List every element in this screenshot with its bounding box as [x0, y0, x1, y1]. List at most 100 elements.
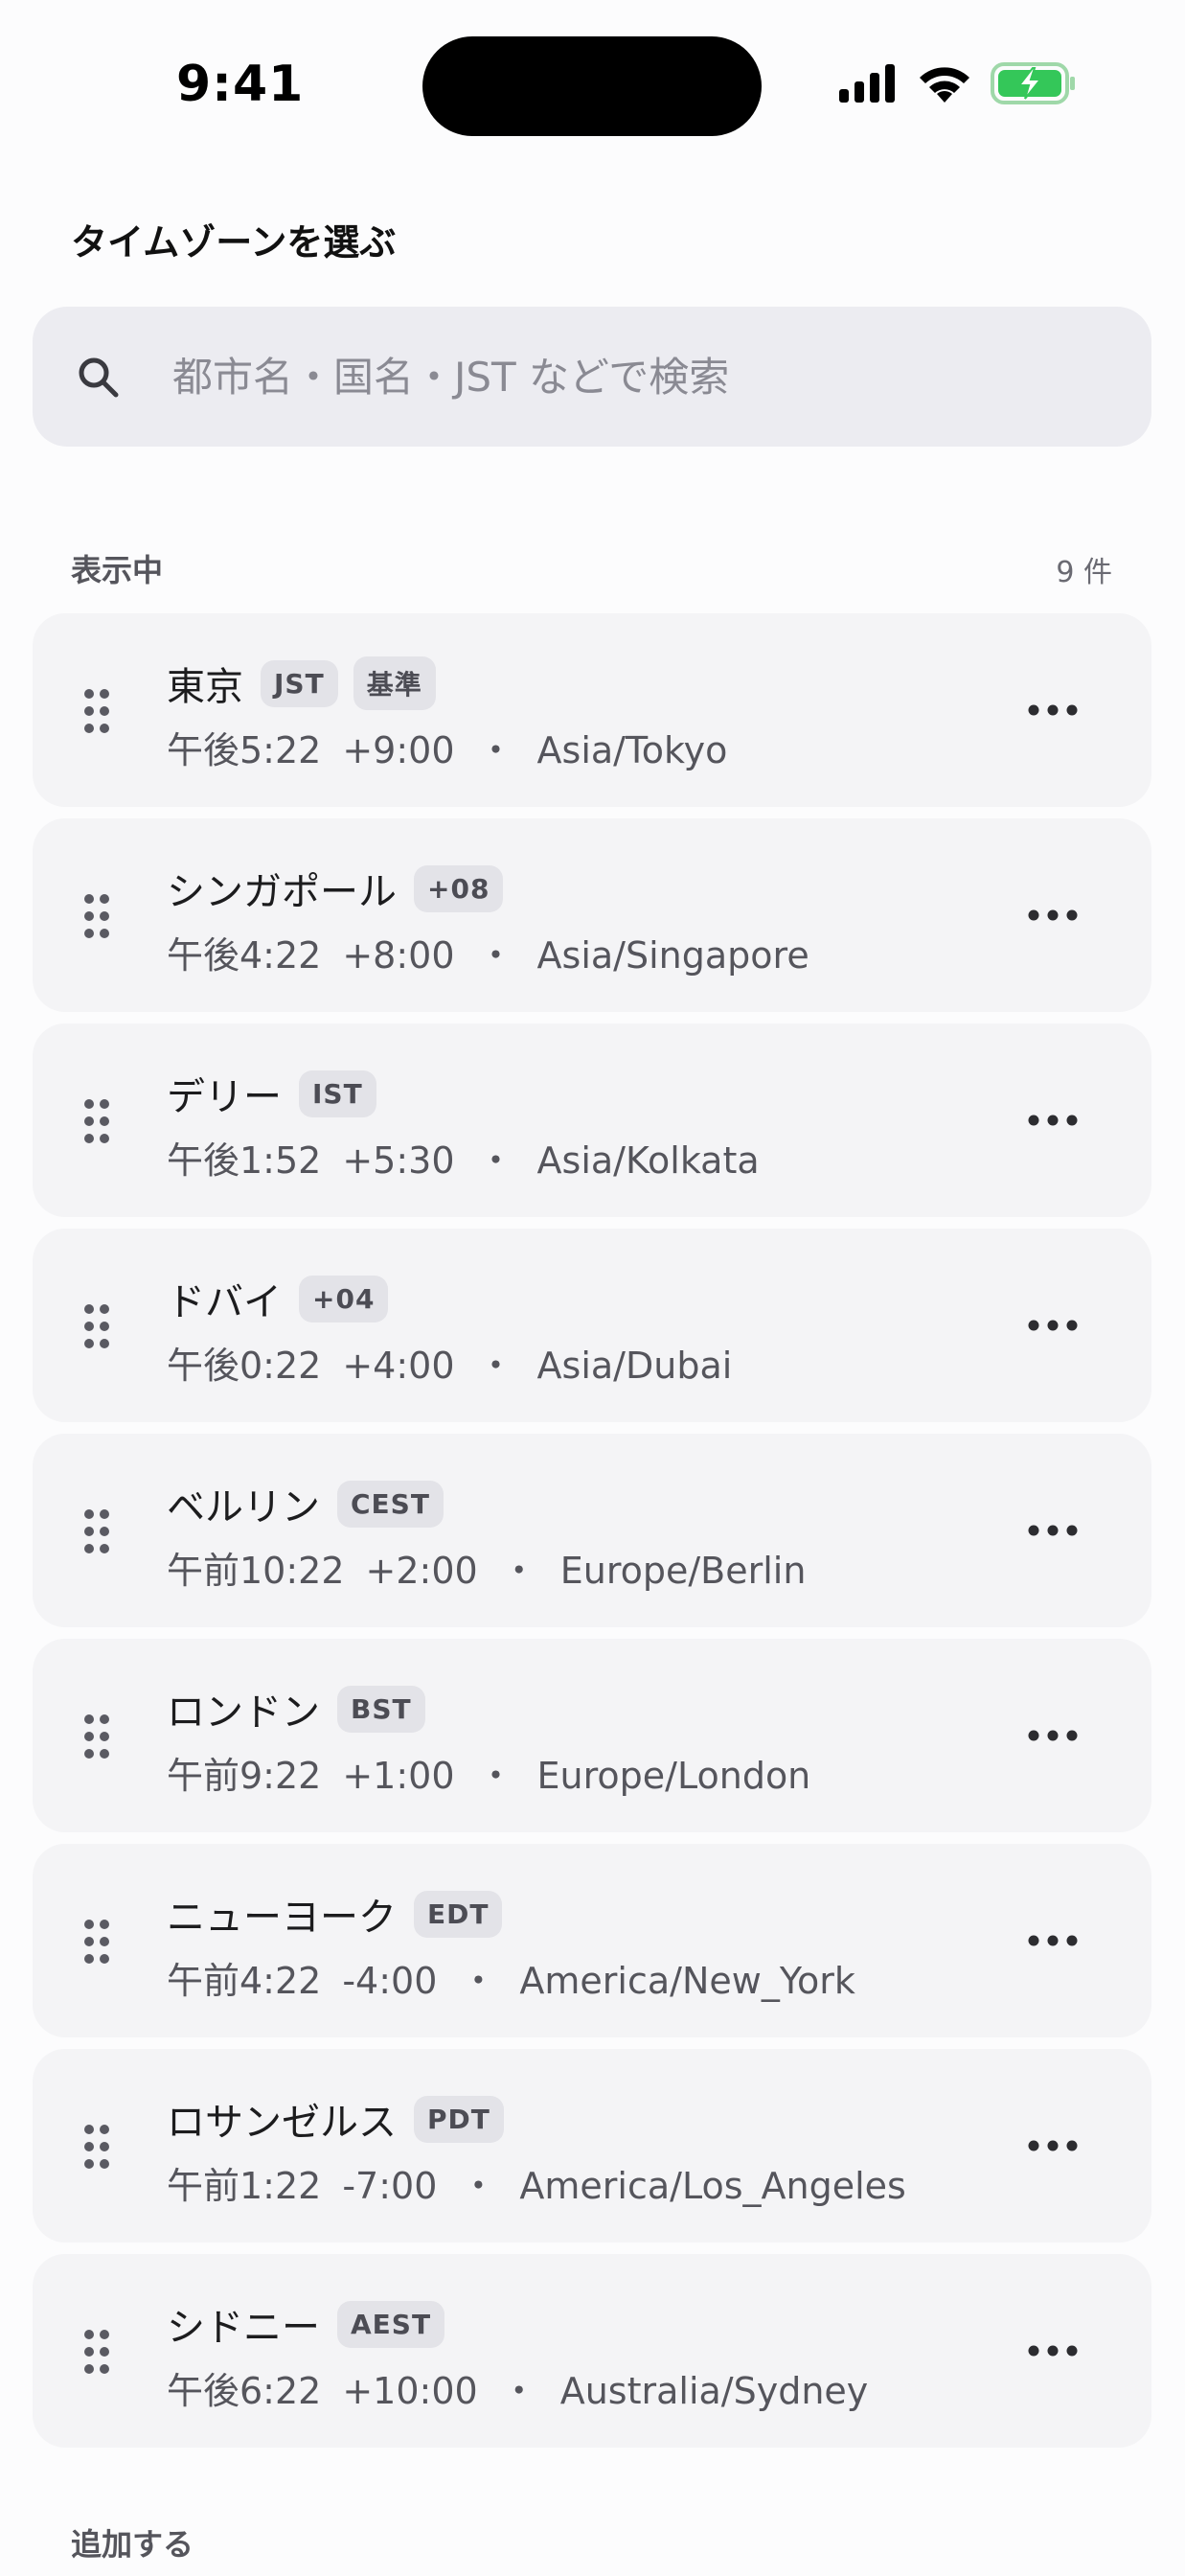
search-box[interactable] [33, 307, 1151, 447]
local-time: 午後4:22 [167, 934, 322, 977]
local-time: 午後1:52 [167, 1139, 322, 1182]
ellipsis-icon [1028, 1115, 1078, 1126]
city-name: 東京 [167, 665, 243, 709]
utc-offset: -4:00 [342, 1960, 438, 2002]
more-options-button[interactable] [1027, 1508, 1079, 1552]
dynamic-island [422, 36, 762, 136]
more-options-button[interactable] [1027, 688, 1079, 732]
city-name: ニューヨーク [167, 1896, 397, 1940]
timezone-row[interactable]: ドバイ +04 午後0:22 +4:00 ・ Asia/Dubai [33, 1229, 1151, 1422]
timezone-badge: +08 [414, 864, 504, 912]
utc-offset: +10:00 [342, 2370, 478, 2412]
ellipsis-icon [1028, 2345, 1078, 2357]
city-name: ロンドン [167, 1690, 320, 1735]
timezone-badge: +04 [299, 1275, 389, 1322]
timezone-badge: AEST [337, 2300, 445, 2348]
timezone-badge: JST [261, 659, 338, 707]
drag-handle-icon[interactable] [82, 1303, 111, 1349]
drag-handle-icon[interactable] [82, 1508, 111, 1554]
local-time: 午後5:22 [167, 729, 322, 771]
timezone-badge: BST [337, 1685, 425, 1733]
more-options-button[interactable] [1027, 2329, 1079, 2373]
timezone-row[interactable]: シドニー AEST 午後6:22 +10:00 ・ Australia/Sydney [33, 2254, 1151, 2448]
timezone-detail-row: 午後0:22 +4:00 ・ Asia/Dubai [167, 1336, 732, 1389]
city-name: ロサンゼルス [167, 2101, 397, 2145]
drag-handle-icon[interactable] [82, 1714, 111, 1760]
status-icons [837, 61, 1094, 109]
timezone-list: 東京 JST 基準 午後5:22 +9:00 ・ Asia/Tokyo シンガポ… [33, 613, 1151, 2459]
drag-handle-icon[interactable] [82, 893, 111, 939]
more-options-button[interactable] [1027, 893, 1079, 937]
drag-handle-icon[interactable] [82, 2329, 111, 2375]
timezone-row[interactable]: 東京 JST 基準 午後5:22 +9:00 ・ Asia/Tokyo [33, 613, 1151, 807]
more-options-button[interactable] [1027, 2124, 1079, 2168]
more-options-button[interactable] [1027, 1098, 1079, 1142]
ellipsis-icon [1028, 1730, 1078, 1741]
timezone-title-row: 東京 JST 基準 [167, 656, 451, 710]
section-label-showing: 表示中 [71, 552, 164, 588]
status-bar: 9:41 [0, 0, 1185, 144]
zone-id: Australia/Sydney [559, 2370, 869, 2412]
timezone-badge: PDT [414, 2095, 504, 2143]
ellipsis-icon [1028, 1525, 1078, 1536]
timezone-badge: EDT [414, 1890, 503, 1938]
timezone-detail-row: 午前9:22 +1:00 ・ Europe/London [167, 1746, 810, 1799]
timezone-row[interactable]: デリー IST 午後1:52 +5:30 ・ Asia/Kolkata [33, 1024, 1151, 1217]
city-name: デリー [167, 1075, 282, 1119]
separator-dot: ・ [460, 1960, 497, 2002]
timezone-detail-row: 午前4:22 -4:00 ・ America/New_York [167, 1951, 855, 2004]
separator-dot: ・ [477, 729, 514, 771]
section-label-add: 追加する [71, 2526, 194, 2563]
timezone-detail-row: 午前10:22 +2:00 ・ Europe/Berlin [167, 1541, 806, 1594]
timezone-row[interactable]: シンガポール +08 午後4:22 +8:00 ・ Asia/Singapore [33, 818, 1151, 1012]
local-time: 午前4:22 [167, 1960, 322, 2002]
timezone-title-row: ニューヨーク EDT [167, 1888, 517, 1940]
separator-dot: ・ [477, 934, 514, 977]
more-options-button[interactable] [1027, 1303, 1079, 1347]
ellipsis-icon [1028, 2140, 1078, 2151]
separator-dot: ・ [460, 2165, 497, 2207]
cellular-signal-icon [837, 64, 899, 106]
zone-id: America/New_York [519, 1960, 855, 2002]
timezone-row[interactable]: ロンドン BST 午前9:22 +1:00 ・ Europe/London [33, 1639, 1151, 1832]
timezone-row[interactable]: ニューヨーク EDT 午前4:22 -4:00 ・ America/New_York [33, 1844, 1151, 2037]
status-time: 9:41 [176, 56, 305, 113]
separator-dot: ・ [477, 1139, 514, 1182]
ellipsis-icon [1028, 1935, 1078, 1946]
zone-id: Asia/Dubai [536, 1345, 733, 1387]
timezone-row[interactable]: ベルリン CEST 午前10:22 +2:00 ・ Europe/Berlin [33, 1434, 1151, 1627]
timezone-title-row: シドニー AEST [167, 2298, 460, 2350]
utc-offset: +9:00 [342, 729, 455, 771]
drag-handle-icon[interactable] [82, 2124, 111, 2170]
utc-offset: +5:30 [342, 1139, 455, 1182]
timezone-title-row: ロンドン BST [167, 1683, 441, 1735]
timezone-title-row: ロサンゼルス PDT [167, 2093, 519, 2145]
zone-id: Asia/Tokyo [536, 729, 728, 771]
drag-handle-icon[interactable] [82, 688, 111, 734]
zone-id: Europe/Berlin [559, 1550, 807, 1592]
search-icon [75, 354, 121, 400]
timezone-badge: CEST [337, 1480, 444, 1528]
search-input[interactable] [172, 335, 1111, 418]
timezone-title-row: ベルリン CEST [167, 1478, 459, 1530]
utc-offset: +8:00 [342, 934, 455, 977]
local-time: 午前9:22 [167, 1755, 322, 1797]
separator-dot: ・ [500, 1550, 537, 1592]
local-time: 午前10:22 [167, 1550, 345, 1592]
more-options-button[interactable] [1027, 1919, 1079, 1963]
separator-dot: ・ [477, 1345, 514, 1387]
timezone-badge: 基準 [353, 656, 436, 710]
timezone-detail-row: 午後6:22 +10:00 ・ Australia/Sydney [167, 2361, 868, 2414]
drag-handle-icon[interactable] [82, 1098, 111, 1144]
page-title: タイムゾーンを選ぶ [71, 221, 397, 264]
zone-id: Europe/London [536, 1755, 811, 1797]
local-time: 午前1:22 [167, 2165, 322, 2207]
timezone-row[interactable]: ロサンゼルス PDT 午前1:22 -7:00 ・ America/Los_Angel… [33, 2049, 1151, 2242]
utc-offset: +1:00 [342, 1755, 455, 1797]
utc-offset: +2:00 [365, 1550, 478, 1592]
drag-handle-icon[interactable] [82, 1919, 111, 1965]
timezone-detail-row: 午後4:22 +8:00 ・ Asia/Singapore [167, 926, 809, 978]
ellipsis-icon [1028, 704, 1078, 716]
more-options-button[interactable] [1027, 1714, 1079, 1758]
local-time: 午後0:22 [167, 1345, 322, 1387]
